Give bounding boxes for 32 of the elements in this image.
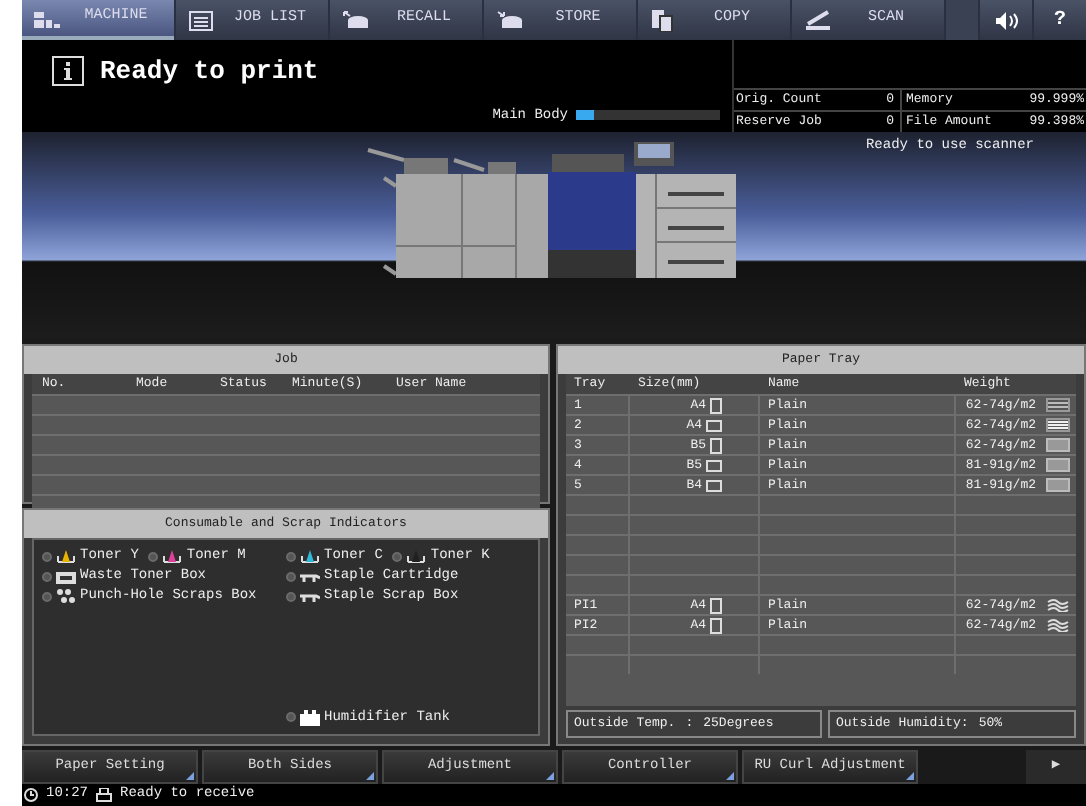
printer-icon xyxy=(96,788,113,802)
paper-type-icon xyxy=(1046,398,1070,412)
indicator-dot xyxy=(42,571,52,581)
list-icon xyxy=(188,9,216,31)
paper-type-icon xyxy=(1046,618,1070,632)
help-button[interactable]: ? xyxy=(1034,0,1086,40)
indicator-dot xyxy=(286,591,296,601)
indicator-dot xyxy=(148,551,159,561)
indicator-dot xyxy=(286,712,296,723)
scatter-icon xyxy=(56,588,76,604)
copy-icon xyxy=(650,9,678,31)
paper-type-icon xyxy=(1046,458,1070,472)
paper-type-icon xyxy=(1046,478,1070,492)
paper-type-icon xyxy=(1046,598,1070,612)
disk-stack-icon xyxy=(342,9,370,31)
indicator-dot xyxy=(392,551,403,561)
indicator-dot xyxy=(42,591,52,601)
speaker-icon xyxy=(995,11,1017,29)
indicator-dot xyxy=(42,551,52,561)
status-message: Ready to print xyxy=(100,54,319,90)
clock-icon xyxy=(24,788,38,802)
paper-type-icon xyxy=(1046,418,1070,432)
waste-toner-box-icon xyxy=(56,568,76,584)
scanner-icon xyxy=(804,9,832,31)
tank-icon xyxy=(300,709,320,726)
paper-type-icon xyxy=(1046,438,1070,452)
disk-stack-icon xyxy=(496,9,524,31)
info-icon xyxy=(52,56,84,87)
sound-button[interactable] xyxy=(980,0,1032,40)
indicator-dot xyxy=(286,571,296,581)
machine-icon xyxy=(34,7,62,29)
indicator-dot xyxy=(286,551,296,561)
